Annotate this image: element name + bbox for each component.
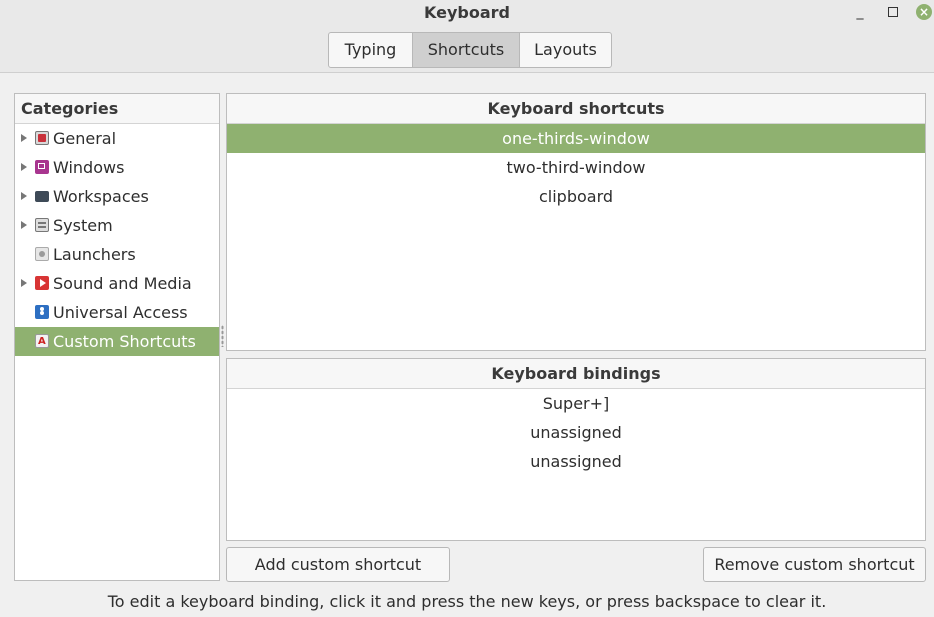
title-bar: Keyboard _ × Typing Shortcuts Layouts — [0, 0, 934, 73]
category-label: Windows — [53, 158, 125, 177]
close-button[interactable]: × — [916, 4, 932, 20]
tab-typing[interactable]: Typing — [329, 33, 413, 67]
category-label: Workspaces — [53, 187, 149, 206]
workspaces-icon — [35, 191, 49, 202]
category-label: Universal Access — [53, 303, 188, 322]
categories-panel: Categories General Windows Workspaces Sy… — [14, 93, 220, 581]
category-label: General — [53, 129, 117, 148]
general-icon — [35, 131, 49, 145]
launchers-icon — [35, 247, 49, 261]
category-general[interactable]: General — [15, 124, 219, 153]
tab-layouts[interactable]: Layouts — [520, 33, 611, 67]
shortcut-row[interactable]: one-thirds-window — [227, 124, 925, 153]
pane-splitter-handle[interactable] — [221, 325, 224, 347]
remove-custom-shortcut-button[interactable]: Remove custom shortcut — [703, 547, 926, 582]
custom-shortcuts-icon — [35, 327, 49, 356]
category-launchers[interactable]: Launchers — [15, 240, 219, 269]
category-custom-shortcuts[interactable]: Custom Shortcuts — [15, 327, 219, 356]
expander-arrow-icon[interactable] — [21, 192, 27, 200]
shortcut-row[interactable]: clipboard — [227, 182, 925, 211]
category-label: Sound and Media — [53, 274, 192, 293]
categories-header: Categories — [15, 94, 219, 124]
window-title: Keyboard — [424, 3, 510, 22]
tab-shortcuts[interactable]: Shortcuts — [413, 33, 520, 67]
shortcut-row[interactable]: two-third-window — [227, 153, 925, 182]
system-icon — [35, 218, 49, 232]
category-windows[interactable]: Windows — [15, 153, 219, 182]
maximize-button[interactable] — [885, 4, 901, 20]
category-workspaces[interactable]: Workspaces — [15, 182, 219, 211]
keyboard-bindings-header: Keyboard bindings — [227, 359, 925, 389]
keyboard-shortcuts-header: Keyboard shortcuts — [227, 94, 925, 124]
keyboard-bindings-list: Keyboard bindings Super+] unassigned una… — [226, 358, 926, 541]
sound-media-icon — [35, 276, 49, 290]
hint-text: To edit a keyboard binding, click it and… — [107, 592, 827, 611]
maximize-icon — [888, 7, 898, 17]
windows-icon — [35, 160, 49, 174]
keyboard-shortcuts-list: Keyboard shortcuts one-thirds-window two… — [226, 93, 926, 351]
expander-arrow-icon[interactable] — [21, 221, 27, 229]
category-label: Launchers — [53, 245, 136, 264]
binding-row[interactable]: unassigned — [227, 447, 925, 476]
category-label: Custom Shortcuts — [53, 332, 196, 351]
category-label: System — [53, 216, 113, 235]
category-universal-access[interactable]: Universal Access — [15, 298, 219, 327]
expander-arrow-icon[interactable] — [21, 163, 27, 171]
expander-arrow-icon[interactable] — [21, 134, 27, 142]
universal-access-icon — [35, 305, 49, 319]
expander-arrow-icon[interactable] — [21, 279, 27, 287]
binding-row[interactable]: Super+] — [227, 389, 925, 418]
tab-bar: Typing Shortcuts Layouts — [328, 32, 612, 68]
minimize-button[interactable]: _ — [852, 4, 868, 20]
binding-row[interactable]: unassigned — [227, 418, 925, 447]
add-custom-shortcut-button[interactable]: Add custom shortcut — [226, 547, 450, 582]
category-system[interactable]: System — [15, 211, 219, 240]
category-sound-media[interactable]: Sound and Media — [15, 269, 219, 298]
